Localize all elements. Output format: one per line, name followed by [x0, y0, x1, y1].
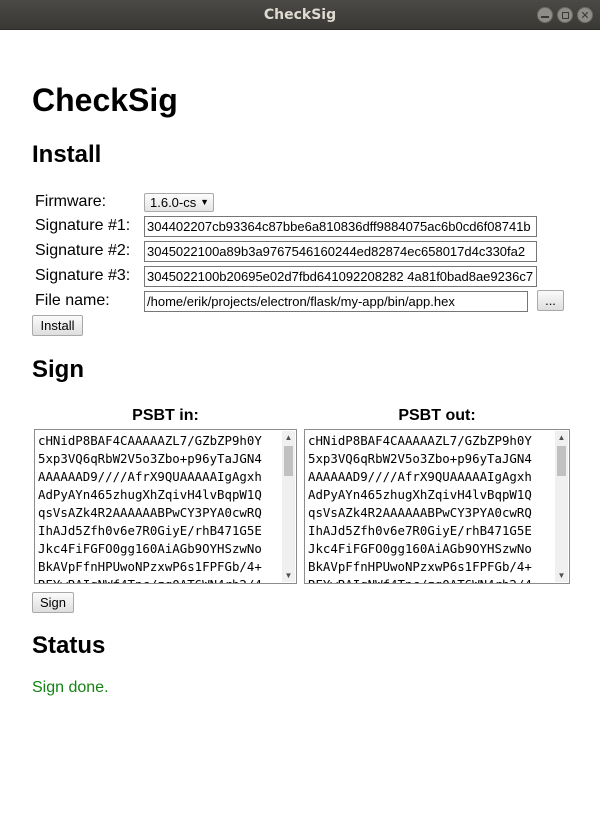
scroll-up-icon[interactable]: ▲ — [555, 431, 568, 444]
psbt-in-text: cHNidP8BAF4CAAAAAZL7/GZbZP9h0Y 5xp3VQ6qR… — [38, 433, 262, 583]
chevron-down-icon: ▼ — [200, 197, 209, 207]
psbt-in-textarea[interactable]: cHNidP8BAF4CAAAAAZL7/GZbZP9h0Y 5xp3VQ6qR… — [34, 429, 297, 584]
sign-button[interactable]: Sign — [32, 592, 74, 613]
psbt-in-label: PSBT in: — [132, 407, 199, 424]
psbt-out-textarea[interactable]: cHNidP8BAF4CAAAAAZL7/GZbZP9h0Y 5xp3VQ6qR… — [304, 429, 570, 584]
signature-1-label: Signature #1: — [35, 217, 131, 234]
psbt-out-label: PSBT out: — [398, 407, 476, 424]
signature-3-label: Signature #3: — [35, 267, 131, 284]
scroll-down-icon[interactable]: ▼ — [282, 569, 295, 582]
status-heading: Status — [32, 632, 106, 659]
scroll-down-icon[interactable]: ▼ — [555, 569, 568, 582]
signature-2-label: Signature #2: — [35, 242, 131, 259]
close-button[interactable]: ✕ — [577, 7, 593, 23]
maximize-icon — [561, 11, 569, 19]
browse-button[interactable]: ... — [537, 290, 564, 311]
status-message: Sign done. — [32, 679, 109, 696]
window-titlebar: CheckSig ✕ — [0, 0, 600, 30]
signature-1-input[interactable]: 304402207cb93364c87bbe6a810836dff9884075… — [144, 216, 537, 237]
scrollbar-thumb[interactable] — [557, 446, 566, 476]
psbt-in-scrollbar[interactable]: ▲ ▼ — [282, 431, 295, 582]
maximize-button[interactable] — [557, 7, 573, 23]
psbt-out-scrollbar[interactable]: ▲ ▼ — [555, 431, 568, 582]
psbt-out-text: cHNidP8BAF4CAAAAAZL7/GZbZP9h0Y 5xp3VQ6qR… — [308, 433, 532, 583]
scrollbar-thumb[interactable] — [284, 446, 293, 476]
page-title: CheckSig — [32, 82, 178, 118]
signature-3-input[interactable]: 3045022100b20695e02d7fbd641092208282 4a8… — [144, 266, 537, 287]
firmware-label: Firmware: — [35, 193, 107, 210]
firmware-select-value: 1.6.0-cs — [150, 195, 197, 210]
install-button[interactable]: Install — [32, 315, 83, 336]
file-name-input[interactable]: /home/erik/projects/electron/flask/my-ap… — [144, 291, 528, 312]
scroll-up-icon[interactable]: ▲ — [282, 431, 295, 444]
window-title: CheckSig — [263, 7, 337, 23]
file-name-label: File name: — [35, 292, 110, 309]
firmware-select[interactable]: 1.6.0-cs ▼ — [144, 193, 214, 212]
install-heading: Install — [32, 141, 102, 168]
signature-2-input[interactable]: 3045022100a89b3a9767546160244ed82874ec65… — [144, 241, 537, 262]
minimize-icon — [541, 15, 549, 18]
sign-heading: Sign — [32, 356, 84, 383]
minimize-button[interactable] — [537, 7, 553, 23]
close-icon: ✕ — [580, 8, 590, 22]
